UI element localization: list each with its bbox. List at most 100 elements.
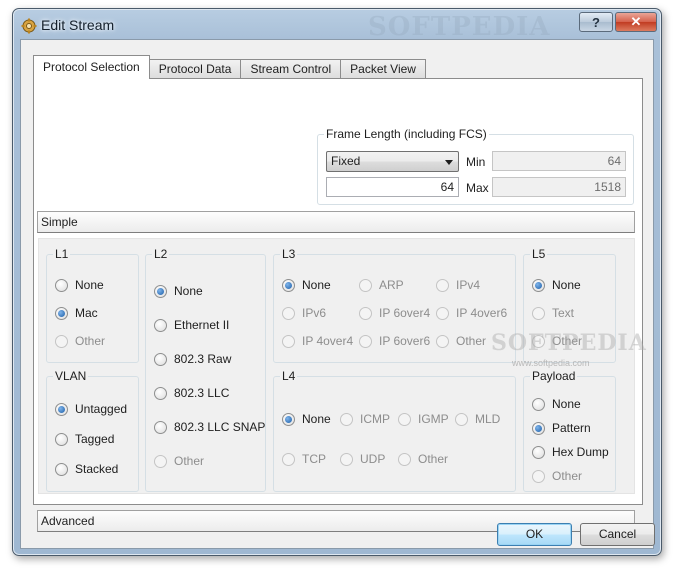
vlan-option-tagged[interactable]: Tagged — [55, 432, 114, 446]
radio-icon — [359, 334, 372, 348]
l4-option-igmp[interactable]: IGMP — [398, 412, 449, 426]
payload-title: Payload — [530, 369, 578, 383]
tab-packet-view[interactable]: Packet View — [340, 59, 426, 79]
radio-icon — [436, 278, 449, 292]
radio-icon — [398, 412, 411, 426]
payload-option-none[interactable]: None — [532, 397, 581, 411]
radio-selected-icon — [282, 278, 295, 292]
l2-option-label: 802.3 Raw — [174, 352, 232, 366]
l5-option-none[interactable]: None — [532, 278, 581, 292]
vlan-title: VLAN — [53, 369, 89, 383]
l3-option-ip-4over4[interactable]: IP 4over4 — [282, 334, 353, 348]
frame-length-title: Frame Length (including FCS) — [324, 127, 489, 141]
l4-option-label: ICMP — [360, 412, 390, 426]
l2-option-label: Ethernet II — [174, 318, 230, 332]
radio-icon — [55, 432, 68, 446]
protocol-selection-panel: Frame Length (including FCS) Fixed Min 6… — [33, 78, 643, 532]
radio-icon — [436, 334, 449, 348]
l4-option-label: IGMP — [418, 412, 449, 426]
payload-option-other[interactable]: Other — [532, 469, 582, 483]
softpedia-url-watermark: www.softpedia.com — [512, 358, 590, 368]
max-length-field[interactable]: 1518 — [492, 177, 626, 197]
frame-length-mode-value: Fixed — [331, 154, 361, 168]
l4-option-label: Other — [418, 452, 449, 466]
l2-group: L2 None Ethernet II 802.3 Raw 802.3 LLC … — [145, 247, 266, 492]
l4-option-udp[interactable]: UDP — [340, 452, 385, 466]
frame-length-field[interactable]: 64 — [326, 177, 459, 197]
payload-option-hex-dump[interactable]: Hex Dump — [532, 445, 609, 459]
l1-option-none[interactable]: None — [55, 278, 104, 292]
close-button[interactable]: ✕ — [615, 12, 657, 32]
radio-selected-icon — [532, 278, 545, 292]
radio-icon — [340, 452, 353, 466]
l2-title: L2 — [152, 247, 170, 261]
l5-option-text[interactable]: Text — [532, 306, 574, 320]
l2-option-none[interactable]: None — [154, 284, 203, 298]
l1-option-label: Mac — [75, 306, 98, 320]
l3-option-ip-6over4[interactable]: IP 6over4 — [359, 306, 430, 320]
l3-option-arp[interactable]: ARP — [359, 278, 404, 292]
simple-section-header[interactable]: Simple — [37, 211, 635, 233]
frame-length-mode-select[interactable]: Fixed — [326, 151, 459, 172]
l3-option-ip-6over6[interactable]: IP 6over6 — [359, 334, 430, 348]
radio-icon — [282, 452, 295, 466]
l4-option-icmp[interactable]: ICMP — [340, 412, 390, 426]
tab-protocol-selection[interactable]: Protocol Selection — [33, 55, 150, 79]
l3-option-label: IP 6over6 — [379, 334, 431, 348]
l3-option-ip-4over6[interactable]: IP 4over6 — [436, 306, 507, 320]
l4-group: L4 None ICMP IGMP MLD TCP UDP Other — [273, 369, 516, 492]
l2-option-label: 802.3 LLC — [174, 386, 230, 400]
l3-option-other[interactable]: Other — [436, 334, 486, 348]
payload-option-label: Pattern — [552, 421, 591, 435]
payload-option-label: Hex Dump — [552, 445, 609, 459]
radio-icon — [455, 412, 468, 426]
help-button[interactable]: ? — [579, 12, 613, 32]
radio-icon — [154, 318, 167, 332]
l3-option-label: IP 4over6 — [456, 306, 508, 320]
l1-option-other[interactable]: Other — [55, 334, 105, 348]
l1-option-mac[interactable]: Mac — [55, 306, 98, 320]
radio-icon — [398, 452, 411, 466]
l2-option-802-3-llc[interactable]: 802.3 LLC — [154, 386, 229, 400]
dialog-client-area: Protocol Selection Protocol Data Stream … — [20, 39, 655, 549]
chevron-down-icon — [445, 160, 453, 165]
l2-option-802-3-llc-snap[interactable]: 802.3 LLC SNAP — [154, 420, 265, 434]
radio-icon — [436, 306, 449, 320]
l4-option-tcp[interactable]: TCP — [282, 452, 326, 466]
l3-option-none[interactable]: None — [282, 278, 331, 292]
l3-option-label: ARP — [379, 278, 404, 292]
title-bar[interactable]: Edit Stream SOFTPEDIA ? ✕ — [13, 9, 661, 42]
radio-icon — [282, 334, 295, 348]
l2-option-other[interactable]: Other — [154, 454, 204, 468]
l4-option-other[interactable]: Other — [398, 452, 448, 466]
payload-option-label: Other — [552, 469, 583, 483]
l4-option-label: TCP — [302, 452, 326, 466]
tab-stream-control[interactable]: Stream Control — [240, 59, 342, 79]
l4-title: L4 — [280, 369, 298, 383]
l1-option-label: Other — [75, 334, 106, 348]
vlan-option-label: Stacked — [75, 462, 119, 476]
radio-icon — [154, 420, 167, 434]
l4-option-none[interactable]: None — [282, 412, 331, 426]
cancel-button[interactable]: Cancel — [580, 523, 655, 546]
l3-option-ipv6[interactable]: IPv6 — [282, 306, 326, 320]
min-length-field[interactable]: 64 — [492, 151, 626, 171]
l3-title: L3 — [280, 247, 298, 261]
vlan-option-untagged[interactable]: Untagged — [55, 402, 127, 416]
softpedia-watermark: SOFTPEDIA — [491, 330, 647, 356]
l1-title: L1 — [53, 247, 71, 261]
l2-option-label: Other — [174, 454, 205, 468]
ok-button[interactable]: OK — [497, 523, 572, 546]
l4-option-mld[interactable]: MLD — [455, 412, 500, 426]
radio-icon — [359, 278, 372, 292]
vlan-option-stacked[interactable]: Stacked — [55, 462, 118, 476]
tab-protocol-data[interactable]: Protocol Data — [148, 59, 242, 79]
radio-selected-icon — [154, 284, 167, 298]
radio-icon — [282, 306, 295, 320]
l2-option-802-3-raw[interactable]: 802.3 Raw — [154, 352, 231, 366]
l2-option-ethernet-ii[interactable]: Ethernet II — [154, 318, 229, 332]
close-icon: ✕ — [630, 14, 642, 29]
payload-option-pattern[interactable]: Pattern — [532, 421, 591, 435]
max-label: Max — [466, 181, 489, 195]
l3-option-ipv4[interactable]: IPv4 — [436, 278, 480, 292]
